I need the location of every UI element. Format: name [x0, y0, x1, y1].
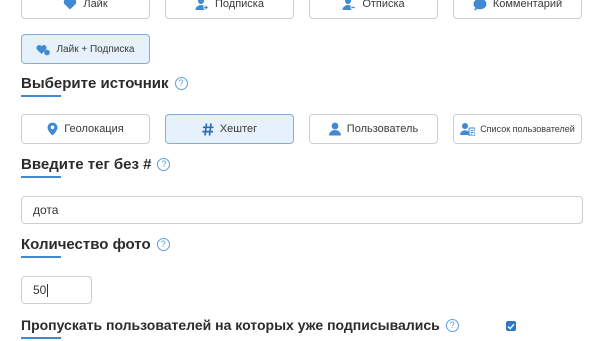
source-user-button[interactable]: Пользователь — [309, 114, 438, 144]
count-title: Количество фото — [21, 236, 151, 253]
like-follow-label: Лайк + Подписка — [56, 43, 135, 55]
help-icon[interactable]: ? — [174, 77, 188, 90]
unfollow-button[interactable]: Отписка — [309, 0, 438, 19]
source-user-list-button[interactable]: Список пользователей — [453, 114, 582, 144]
skip-heading: Пропускать пользователей на которых уже … — [21, 317, 459, 333]
photo-count-value: 50 — [33, 283, 47, 297]
comment-button[interactable]: Комментарий — [453, 0, 582, 19]
tag-input-value: дота — [33, 203, 59, 217]
skip-title: Пропускать пользователей на которых уже … — [21, 317, 440, 333]
user-minus-icon — [342, 0, 356, 11]
photo-count-input[interactable]: 50 — [21, 276, 92, 304]
heart-icon — [64, 0, 77, 10]
user-plus-icon — [195, 0, 209, 11]
source-geo-label: Геолокация — [64, 123, 124, 135]
text-caret — [47, 283, 49, 297]
count-underline — [21, 256, 61, 258]
help-icon[interactable]: ? — [445, 318, 459, 332]
user-list-icon — [460, 123, 476, 136]
follow-label: Подписка — [215, 0, 264, 10]
heart-user-icon — [36, 44, 51, 55]
like-follow-button[interactable]: Лайк + Подписка — [21, 34, 150, 64]
source-title: Выберите источник — [21, 75, 169, 92]
source-heading: Выберите источник ? — [21, 75, 188, 92]
hashtag-icon — [202, 122, 214, 136]
like-button[interactable]: Лайк — [21, 0, 150, 19]
comment-label: Комментарий — [492, 0, 563, 10]
source-user-label: Пользователь — [346, 123, 419, 135]
source-hashtag-button[interactable]: Хештег — [165, 114, 294, 144]
location-pin-icon — [47, 122, 58, 136]
tag-underline — [21, 176, 61, 178]
unfollow-label: Отписка — [362, 0, 405, 10]
tag-heading: Введите тег без # ? — [21, 156, 171, 173]
like-label: Лайк — [83, 0, 108, 10]
tag-input[interactable]: дота — [21, 196, 583, 224]
checkmark-icon — [507, 323, 515, 330]
follow-button[interactable]: Подписка — [165, 0, 294, 19]
skip-underline — [21, 337, 61, 339]
tag-title: Введите тег без # — [21, 156, 152, 173]
help-icon[interactable]: ? — [156, 238, 170, 251]
comment-icon — [473, 0, 487, 11]
count-heading: Количество фото ? — [21, 236, 170, 253]
help-icon[interactable]: ? — [157, 158, 171, 171]
skip-followed-checkbox[interactable] — [506, 321, 516, 331]
user-icon — [328, 122, 341, 136]
source-hashtag-label: Хештег — [219, 123, 258, 135]
source-user-list-label: Список пользователей — [480, 124, 575, 134]
source-geo-button[interactable]: Геолокация — [21, 114, 150, 144]
source-underline — [21, 95, 61, 97]
